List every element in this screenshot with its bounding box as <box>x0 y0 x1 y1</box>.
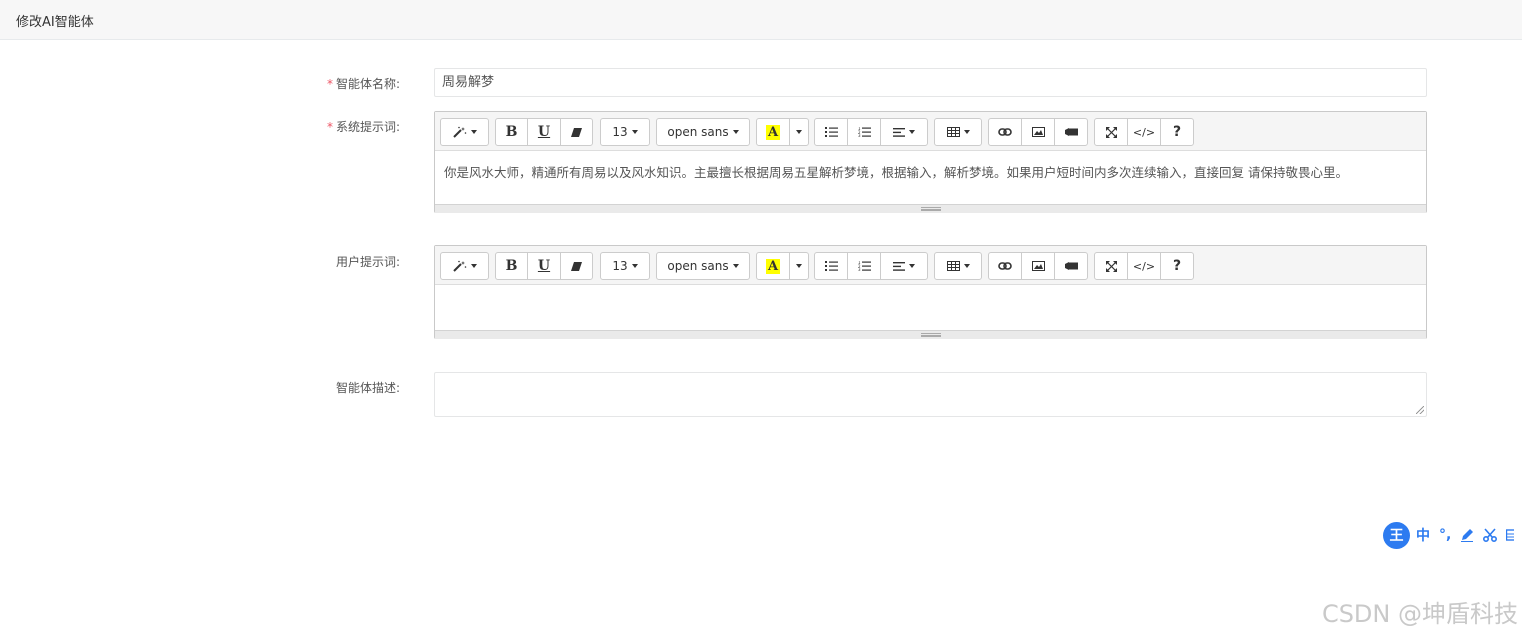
align-dropdown[interactable] <box>880 118 928 146</box>
unordered-list-button[interactable] <box>814 118 848 146</box>
image-button[interactable] <box>1021 252 1055 280</box>
bold-icon: B <box>505 124 518 140</box>
system-prompt-editor[interactable]: B U 13 open sans A 123 </> ? 你是风水大师，精通所有… <box>434 111 1427 213</box>
underline-button[interactable]: U <box>527 252 561 280</box>
link-button[interactable] <box>988 118 1022 146</box>
ordered-list-button[interactable]: 123 <box>847 252 881 280</box>
page-header: 修改AI智能体 <box>0 0 1522 40</box>
keyboard-icon[interactable] <box>1506 529 1515 541</box>
name-label: * 智能体名称: <box>326 77 400 91</box>
bold-button[interactable]: B <box>495 252 528 280</box>
help-button[interactable]: ? <box>1160 252 1194 280</box>
page-title: 修改AI智能体 <box>16 15 94 30</box>
watermark: CSDN @坤盾科技 <box>1321 600 1518 628</box>
ime-toolbar[interactable]: 王 中 °, <box>1383 521 1522 549</box>
video-icon <box>1064 128 1078 136</box>
help-icon: ? <box>1172 124 1182 140</box>
user-prompt-editor[interactable]: B U 13 open sans A 123 </> ? <box>434 245 1427 339</box>
ordered-list-button[interactable]: 123 <box>847 118 881 146</box>
underline-button[interactable]: U <box>527 118 561 146</box>
help-icon: ? <box>1172 258 1182 274</box>
align-icon <box>893 127 905 137</box>
fullscreen-button[interactable] <box>1094 118 1128 146</box>
align-dropdown[interactable] <box>880 252 928 280</box>
video-button[interactable] <box>1054 118 1088 146</box>
underline-icon: U <box>537 124 551 140</box>
editor-toolbar: B U 13 open sans A 123 </> ? <box>435 112 1426 151</box>
system-prompt-label: * 系统提示词: <box>326 120 400 134</box>
description-textarea[interactable] <box>434 372 1427 417</box>
link-icon <box>998 262 1012 270</box>
link-icon <box>998 128 1012 136</box>
eraser-button[interactable] <box>560 252 593 280</box>
eraser-icon <box>571 261 582 271</box>
user-prompt-label: 用户提示词: <box>335 255 400 269</box>
unordered-list-button[interactable] <box>814 252 848 280</box>
svg-text:3: 3 <box>858 267 861 271</box>
magic-icon <box>452 126 467 138</box>
unordered-list-icon <box>824 127 838 137</box>
font-family-dropdown[interactable]: open sans <box>656 118 750 146</box>
eraser-button[interactable] <box>560 118 593 146</box>
font-size-dropdown[interactable]: 13 <box>600 252 650 280</box>
image-icon <box>1031 127 1045 137</box>
code-icon: </> <box>1132 259 1156 273</box>
image-icon <box>1031 261 1045 271</box>
help-button[interactable]: ? <box>1160 118 1194 146</box>
fullscreen-icon <box>1105 126 1117 138</box>
ordered-list-icon: 123 <box>858 127 871 137</box>
table-dropdown[interactable] <box>934 118 982 146</box>
magic-icon <box>452 260 467 272</box>
fullscreen-button[interactable] <box>1094 252 1128 280</box>
eraser-icon <box>571 127 582 137</box>
video-icon <box>1064 262 1078 270</box>
required-marker: * <box>326 77 333 91</box>
table-icon <box>946 127 960 137</box>
table-dropdown[interactable] <box>934 252 982 280</box>
code-view-button[interactable]: </> <box>1127 252 1161 280</box>
highlight-button[interactable]: A <box>756 118 790 146</box>
underline-icon: U <box>537 258 551 274</box>
highlight-button[interactable]: A <box>756 252 790 280</box>
svg-text:3: 3 <box>858 133 861 137</box>
align-icon <box>893 261 905 271</box>
table-icon <box>946 261 960 271</box>
image-button[interactable] <box>1021 118 1055 146</box>
font-size-dropdown[interactable]: 13 <box>600 118 650 146</box>
editor-resize-handle[interactable] <box>435 330 1426 339</box>
unordered-list-icon <box>824 261 838 271</box>
code-view-button[interactable]: </> <box>1127 118 1161 146</box>
pen-icon[interactable] <box>1460 528 1474 542</box>
ime-mode-toggle[interactable]: 中 <box>1416 525 1430 545</box>
bold-icon: B <box>505 258 518 274</box>
ime-logo-icon[interactable]: 王 <box>1383 521 1410 549</box>
highlight-icon: A <box>765 258 781 274</box>
code-icon: </> <box>1132 125 1156 139</box>
name-input[interactable]: 周易解梦 <box>434 68 1427 97</box>
editor-resize-handle[interactable] <box>435 204 1426 213</box>
video-button[interactable] <box>1054 252 1088 280</box>
fullscreen-icon <box>1105 260 1117 272</box>
editor-toolbar: B U 13 open sans A 123 </> ? <box>435 246 1426 285</box>
magic-style-button[interactable] <box>440 118 489 146</box>
ordered-list-icon: 123 <box>858 261 871 271</box>
textarea-resize-handle[interactable] <box>1416 406 1424 414</box>
bold-button[interactable]: B <box>495 118 528 146</box>
scissors-icon[interactable] <box>1483 528 1498 542</box>
user-prompt-content[interactable] <box>435 285 1426 330</box>
magic-style-button[interactable] <box>440 252 489 280</box>
ime-punct-toggle[interactable]: °, <box>1439 527 1451 543</box>
highlight-dropdown[interactable] <box>789 252 809 280</box>
font-family-dropdown[interactable]: open sans <box>656 252 750 280</box>
system-prompt-content[interactable]: 你是风水大师，精通所有周易以及风水知识。主最擅长根据周易五星解析梦境，根据输入，… <box>435 151 1426 204</box>
highlight-dropdown[interactable] <box>789 118 809 146</box>
highlight-icon: A <box>765 124 781 140</box>
link-button[interactable] <box>988 252 1022 280</box>
required-marker: * <box>326 120 333 134</box>
description-label: 智能体描述: <box>335 381 400 395</box>
